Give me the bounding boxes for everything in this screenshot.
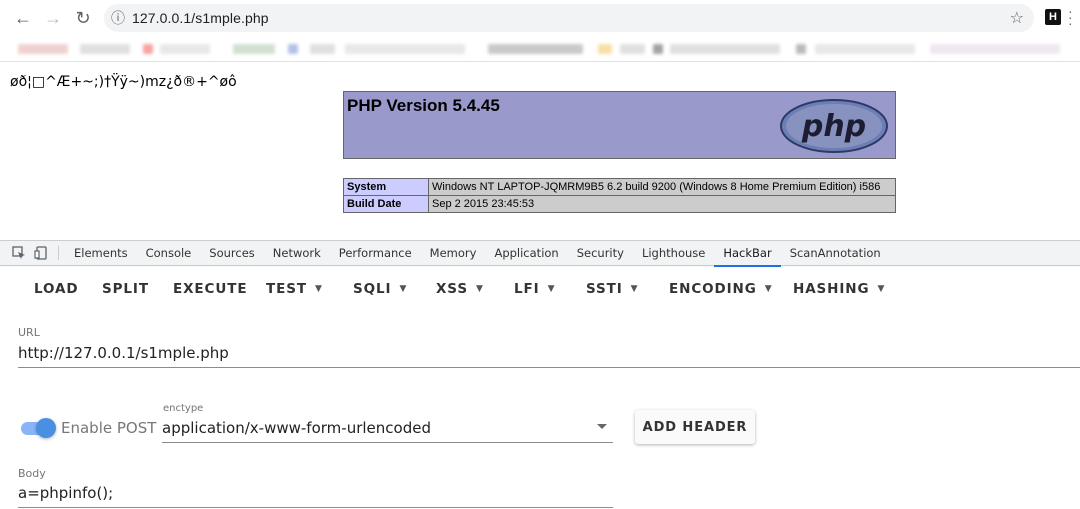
forward-arrow-icon[interactable]: → [38, 3, 68, 33]
info-key: System [343, 178, 429, 196]
tab-elements[interactable]: Elements [65, 241, 137, 266]
execute-button[interactable]: EXECUTE [173, 281, 247, 297]
php-logo[interactable]: php [779, 98, 889, 159]
bookmark-star-icon[interactable]: ☆ [1010, 8, 1024, 28]
caret-down-icon: ▼ [547, 284, 556, 294]
bookmark-item[interactable] [488, 44, 583, 54]
test-label: TEST [266, 281, 307, 297]
svg-text:php: php [801, 109, 866, 144]
test-menu-button[interactable]: TEST ▼ [266, 281, 323, 297]
hackbar-toolbar: LOAD SPLIT EXECUTE TEST ▼ SQLI ▼ XSS ▼ LFI ▼… [0, 267, 1080, 311]
split-label: SPLIT [102, 281, 149, 297]
bookmark-item[interactable] [18, 44, 68, 54]
url-input[interactable]: http://127.0.0.1/s1mple.php [18, 344, 229, 362]
encoding-label: ENCODING [669, 281, 757, 297]
split-button[interactable]: SPLIT [102, 281, 149, 297]
reload-icon[interactable]: ↻ [68, 3, 98, 33]
php-version-header: PHP Version 5.4.45 php [343, 91, 896, 159]
xss-menu-button[interactable]: XSS ▼ [436, 281, 484, 297]
sqli-label: SQLI [353, 281, 392, 297]
page-viewport: øð¦□^Æ+~;)†Ÿÿ~)mz¿ð®+^øô PHP Version 5.4… [0, 62, 1080, 240]
lfi-label: LFI [514, 281, 540, 297]
address-bar[interactable]: ⓘ 127.0.0.1/s1mple.php ☆ [104, 4, 1034, 32]
xss-label: XSS [436, 281, 468, 297]
sqli-menu-button[interactable]: SQLI ▼ [353, 281, 407, 297]
body-label: Body [18, 467, 46, 480]
bookmark-item[interactable] [598, 44, 612, 54]
site-info-icon[interactable]: ⓘ [104, 8, 132, 28]
chevron-down-icon[interactable] [597, 424, 607, 429]
bookmark-item[interactable] [80, 44, 130, 54]
tab-hackbar[interactable]: HackBar [714, 241, 782, 267]
php-version-title: PHP Version 5.4.45 [347, 96, 500, 115]
bookmark-item[interactable] [815, 44, 915, 54]
bookmark-item[interactable] [670, 44, 780, 54]
execute-label: EXECUTE [173, 281, 248, 297]
bookmark-item[interactable] [620, 44, 645, 54]
tab-memory[interactable]: Memory [421, 241, 486, 266]
caret-down-icon: ▼ [475, 284, 484, 294]
php-info-table: System Windows NT LAPTOP-JQMRM9B5 6.2 bu… [343, 178, 896, 213]
table-row: System Windows NT LAPTOP-JQMRM9B5 6.2 bu… [343, 178, 896, 196]
caret-down-icon: ▼ [764, 284, 773, 294]
hackbar-form: URL http://127.0.0.1/s1mple.php Enable P… [0, 311, 1080, 509]
caret-down-icon: ▼ [399, 284, 408, 294]
tab-performance[interactable]: Performance [330, 241, 421, 266]
info-value: Windows NT LAPTOP-JQMRM9B5 6.2 build 920… [428, 178, 896, 196]
garbled-output: øð¦□^Æ+~;)†Ÿÿ~)mz¿ð®+^øô [10, 74, 237, 90]
body-input[interactable]: a=phpinfo(); [18, 484, 113, 502]
tab-divider [58, 246, 59, 260]
tab-console[interactable]: Console [137, 241, 201, 266]
bookmark-item[interactable] [653, 44, 663, 54]
bookmark-item[interactable] [345, 44, 465, 54]
hashing-label: HASHING [793, 281, 870, 297]
enable-post-label: Enable POST [61, 419, 157, 437]
devtools-tab-bar: Elements Console Sources Network Perform… [0, 241, 1080, 267]
back-arrow-icon[interactable]: ← [8, 3, 38, 33]
ssti-label: SSTI [586, 281, 623, 297]
body-input-underline [18, 507, 613, 508]
inspect-element-icon[interactable] [8, 241, 30, 266]
enable-post-toggle[interactable] [20, 417, 56, 439]
bookmark-item[interactable] [288, 44, 298, 54]
bookmarks-bar [0, 36, 1080, 62]
tab-lighthouse[interactable]: Lighthouse [633, 241, 714, 266]
browser-menu-icon[interactable]: · · · [1068, 4, 1073, 30]
ssti-menu-button[interactable]: SSTI ▼ [586, 281, 639, 297]
bookmark-item[interactable] [160, 44, 210, 54]
tab-sources[interactable]: Sources [200, 241, 264, 266]
caret-down-icon: ▼ [630, 284, 639, 294]
tab-security[interactable]: Security [568, 241, 633, 266]
bookmark-item[interactable] [930, 44, 1060, 54]
enctype-label: enctype [163, 403, 204, 414]
hashing-menu-button[interactable]: HASHING ▼ [793, 281, 885, 297]
table-row: Build Date Sep 2 2015 23:45:53 [343, 195, 896, 213]
hackbar-extension-icon[interactable]: H [1045, 9, 1061, 25]
toggle-thumb [36, 418, 56, 438]
info-value: Sep 2 2015 23:45:53 [428, 195, 896, 213]
caret-down-icon: ▼ [877, 284, 886, 294]
browser-toolbar: ← → ↻ ⓘ 127.0.0.1/s1mple.php ☆ H · · · [0, 0, 1080, 36]
load-button[interactable]: LOAD [34, 281, 79, 297]
device-toolbar-icon[interactable] [30, 241, 52, 266]
devtools-panel: Elements Console Sources Network Perform… [0, 240, 1080, 509]
add-header-button[interactable]: ADD HEADER [635, 410, 755, 444]
info-key: Build Date [343, 195, 429, 213]
enctype-underline [162, 442, 613, 443]
load-label: LOAD [34, 281, 79, 297]
tab-scanannotation[interactable]: ScanAnnotation [781, 241, 890, 266]
url-input-underline [18, 367, 1080, 368]
address-url: 127.0.0.1/s1mple.php [132, 10, 269, 26]
caret-down-icon: ▼ [314, 284, 323, 294]
tab-application[interactable]: Application [485, 241, 567, 266]
bookmark-item[interactable] [233, 44, 275, 54]
bookmark-item[interactable] [310, 44, 335, 54]
bookmark-item[interactable] [796, 44, 806, 54]
url-label: URL [18, 326, 40, 339]
bookmark-item[interactable] [143, 44, 153, 54]
enctype-select[interactable]: application/x-www-form-urlencoded [162, 419, 431, 437]
encoding-menu-button[interactable]: ENCODING ▼ [669, 281, 773, 297]
tab-network[interactable]: Network [264, 241, 330, 266]
lfi-menu-button[interactable]: LFI ▼ [514, 281, 555, 297]
